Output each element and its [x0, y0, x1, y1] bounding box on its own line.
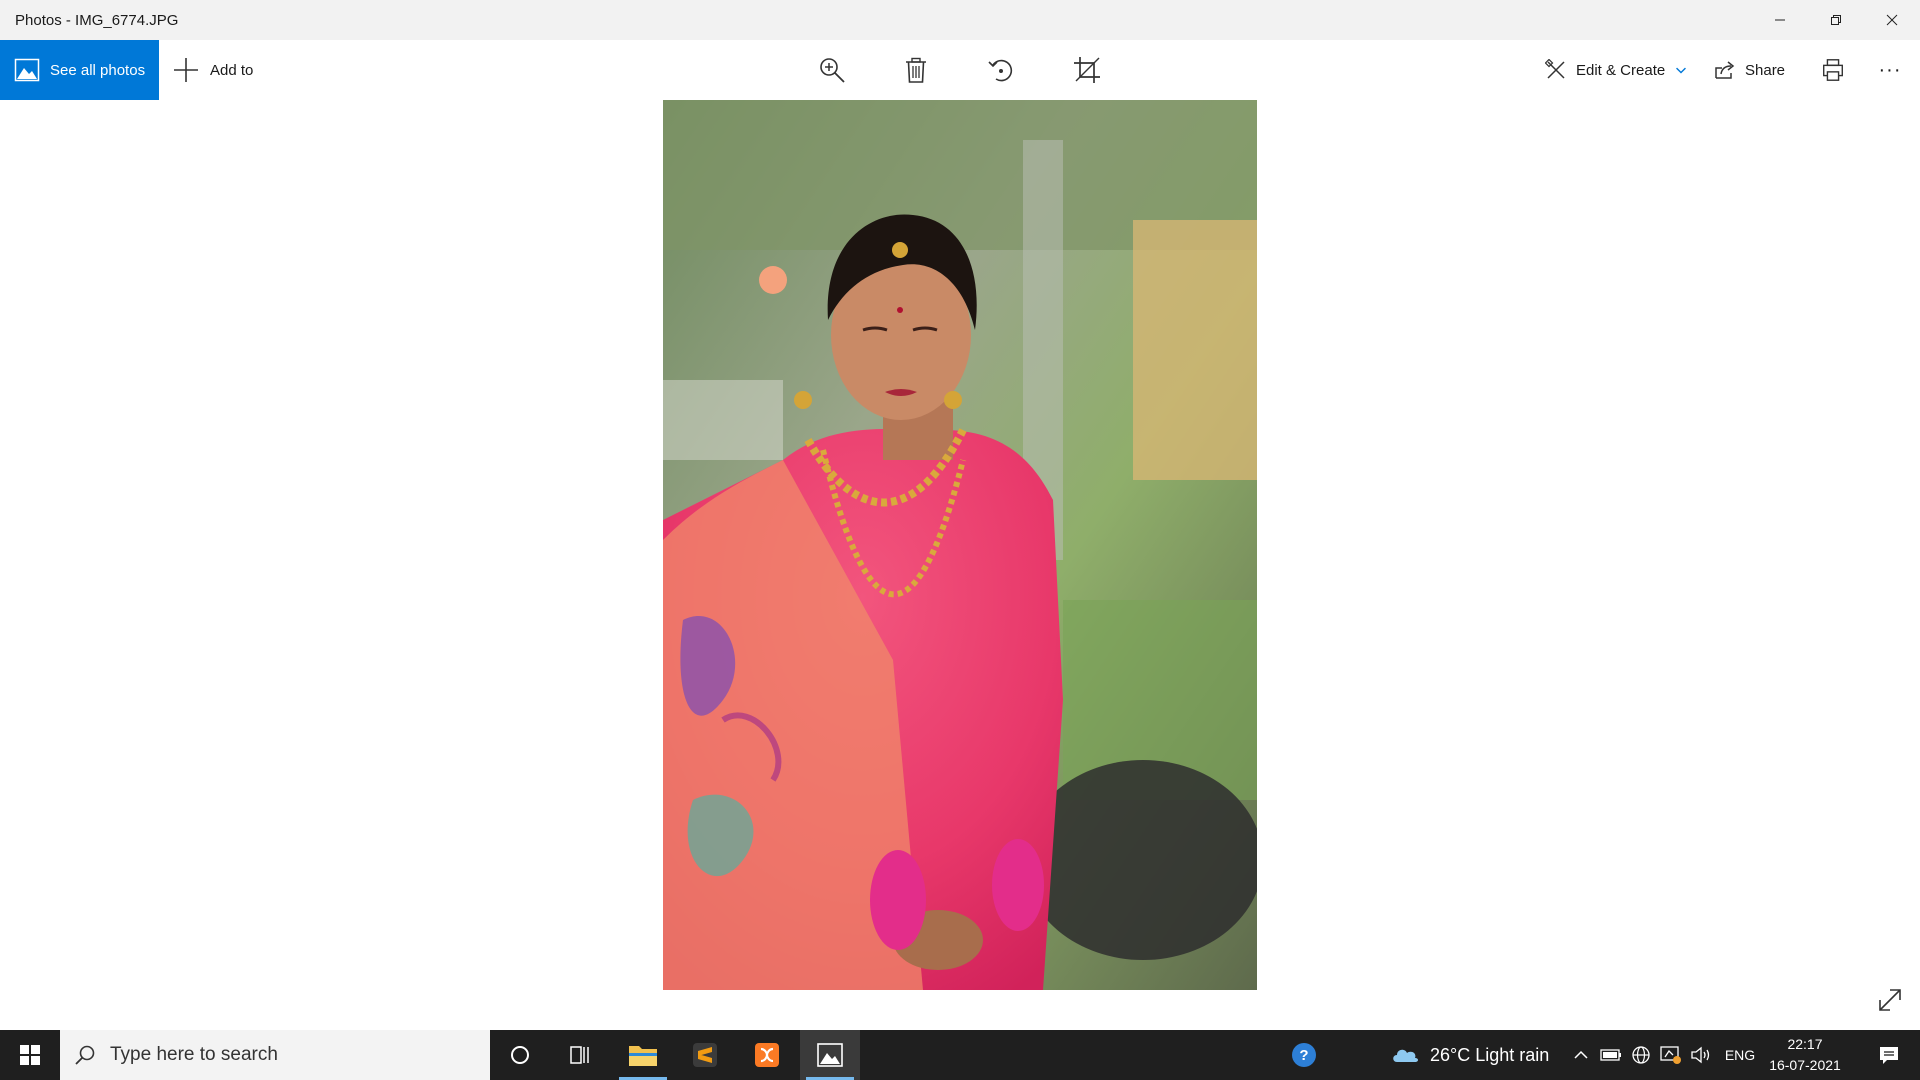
zoom-button[interactable]	[816, 54, 848, 86]
search-placeholder: Type here to search	[110, 1044, 278, 1065]
svg-text:?: ?	[1299, 1047, 1308, 1064]
clock-time: 22:17	[1787, 1036, 1823, 1052]
restore-icon	[1831, 15, 1841, 25]
system-tray-app-button[interactable]	[1658, 1030, 1684, 1080]
window-title: Photos - IMG_6774.JPG	[15, 11, 179, 29]
help-question-icon: ?	[1292, 1043, 1316, 1067]
edit-create-icon	[1545, 59, 1565, 79]
minimize-icon	[1775, 19, 1785, 21]
start-button[interactable]	[0, 1030, 60, 1080]
action-center-button[interactable]	[1864, 1030, 1914, 1080]
printer-icon	[1823, 59, 1843, 81]
xampp-button[interactable]	[737, 1030, 797, 1080]
chevron-down-icon	[1676, 67, 1687, 74]
rotate-button[interactable]	[985, 54, 1017, 86]
close-icon	[1886, 14, 1898, 26]
cloud-rain-icon	[1393, 1049, 1418, 1062]
full-screen-button[interactable]	[1876, 986, 1904, 1014]
photos-app-taskbar-button[interactable]	[800, 1030, 860, 1080]
cortana-button[interactable]	[490, 1030, 550, 1080]
taskbar-search-box[interactable]: Type here to search	[60, 1030, 490, 1080]
edit-create-label: Edit & Create	[1576, 61, 1666, 79]
sublime-text-button[interactable]	[675, 1030, 735, 1080]
clock-button[interactable]: 22:17 16-07-2021	[1762, 1034, 1848, 1076]
volume-button[interactable]	[1688, 1030, 1714, 1080]
chevron-up-icon	[1574, 1050, 1588, 1059]
more-options-button[interactable]: ···	[1874, 54, 1906, 86]
close-button[interactable]	[1864, 0, 1920, 40]
screen-alert-icon	[1660, 1046, 1681, 1064]
xampp-icon	[755, 1043, 779, 1067]
crop-button[interactable]	[1071, 54, 1103, 86]
weather-widget[interactable]: 26°C Light rain	[1390, 1030, 1549, 1080]
crop-icon	[1074, 57, 1100, 83]
see-all-photos-label: See all photos	[50, 61, 146, 79]
cortana-circle-icon	[511, 1046, 529, 1064]
photos-app-window: Photos - IMG_6774.JPG See all photos Add…	[0, 0, 1920, 1030]
edit-create-button[interactable]: Edit & Create	[1545, 40, 1688, 100]
notification-icon	[1880, 1047, 1898, 1064]
photo-illustration	[663, 100, 1257, 990]
photos-icon	[817, 1043, 843, 1067]
rotate-icon	[988, 59, 1013, 82]
weather-text: 26°C Light rain	[1430, 1044, 1550, 1065]
photo-gallery-icon	[14, 58, 40, 82]
speaker-icon	[1691, 1046, 1710, 1064]
share-icon	[1715, 61, 1735, 79]
clock-date: 16-07-2021	[1769, 1057, 1841, 1073]
add-to-button[interactable]: Add to	[172, 40, 253, 100]
share-button[interactable]: Share	[1714, 40, 1785, 100]
search-icon	[75, 1045, 95, 1065]
add-to-label: Add to	[210, 61, 254, 79]
photo-image[interactable]	[663, 100, 1257, 990]
restore-button[interactable]	[1808, 0, 1864, 40]
help-app-button[interactable]: ?	[1282, 1030, 1326, 1080]
print-button[interactable]	[1817, 54, 1849, 86]
trash-icon	[906, 57, 926, 83]
input-language-button[interactable]: ENG	[1720, 1030, 1760, 1080]
command-bar: See all photos Add to Edit & Create Shar…	[0, 40, 1920, 100]
battery-button[interactable]	[1598, 1030, 1624, 1080]
battery-icon	[1600, 1049, 1621, 1061]
show-hidden-icons-button[interactable]	[1568, 1030, 1594, 1080]
task-view-button[interactable]	[550, 1030, 610, 1080]
task-view-icon	[570, 1046, 589, 1064]
expand-icon	[1879, 989, 1901, 1011]
see-all-photos-button[interactable]: See all photos	[0, 40, 159, 100]
zoom-in-icon	[820, 58, 845, 83]
title-bar: Photos - IMG_6774.JPG	[0, 0, 1920, 40]
file-explorer-button[interactable]	[613, 1030, 673, 1080]
minimize-button[interactable]	[1752, 0, 1808, 40]
sublime-text-icon	[693, 1043, 717, 1067]
folder-icon	[629, 1046, 657, 1066]
globe-icon	[1632, 1046, 1650, 1064]
plus-icon	[174, 58, 198, 82]
share-label: Share	[1745, 61, 1786, 79]
taskbar: Type here to search ? 26°C Light rain EN…	[0, 1030, 1920, 1080]
window-controls	[1752, 0, 1920, 40]
network-button[interactable]	[1628, 1030, 1654, 1080]
windows-logo-icon	[20, 1045, 40, 1065]
delete-button[interactable]	[900, 54, 932, 86]
